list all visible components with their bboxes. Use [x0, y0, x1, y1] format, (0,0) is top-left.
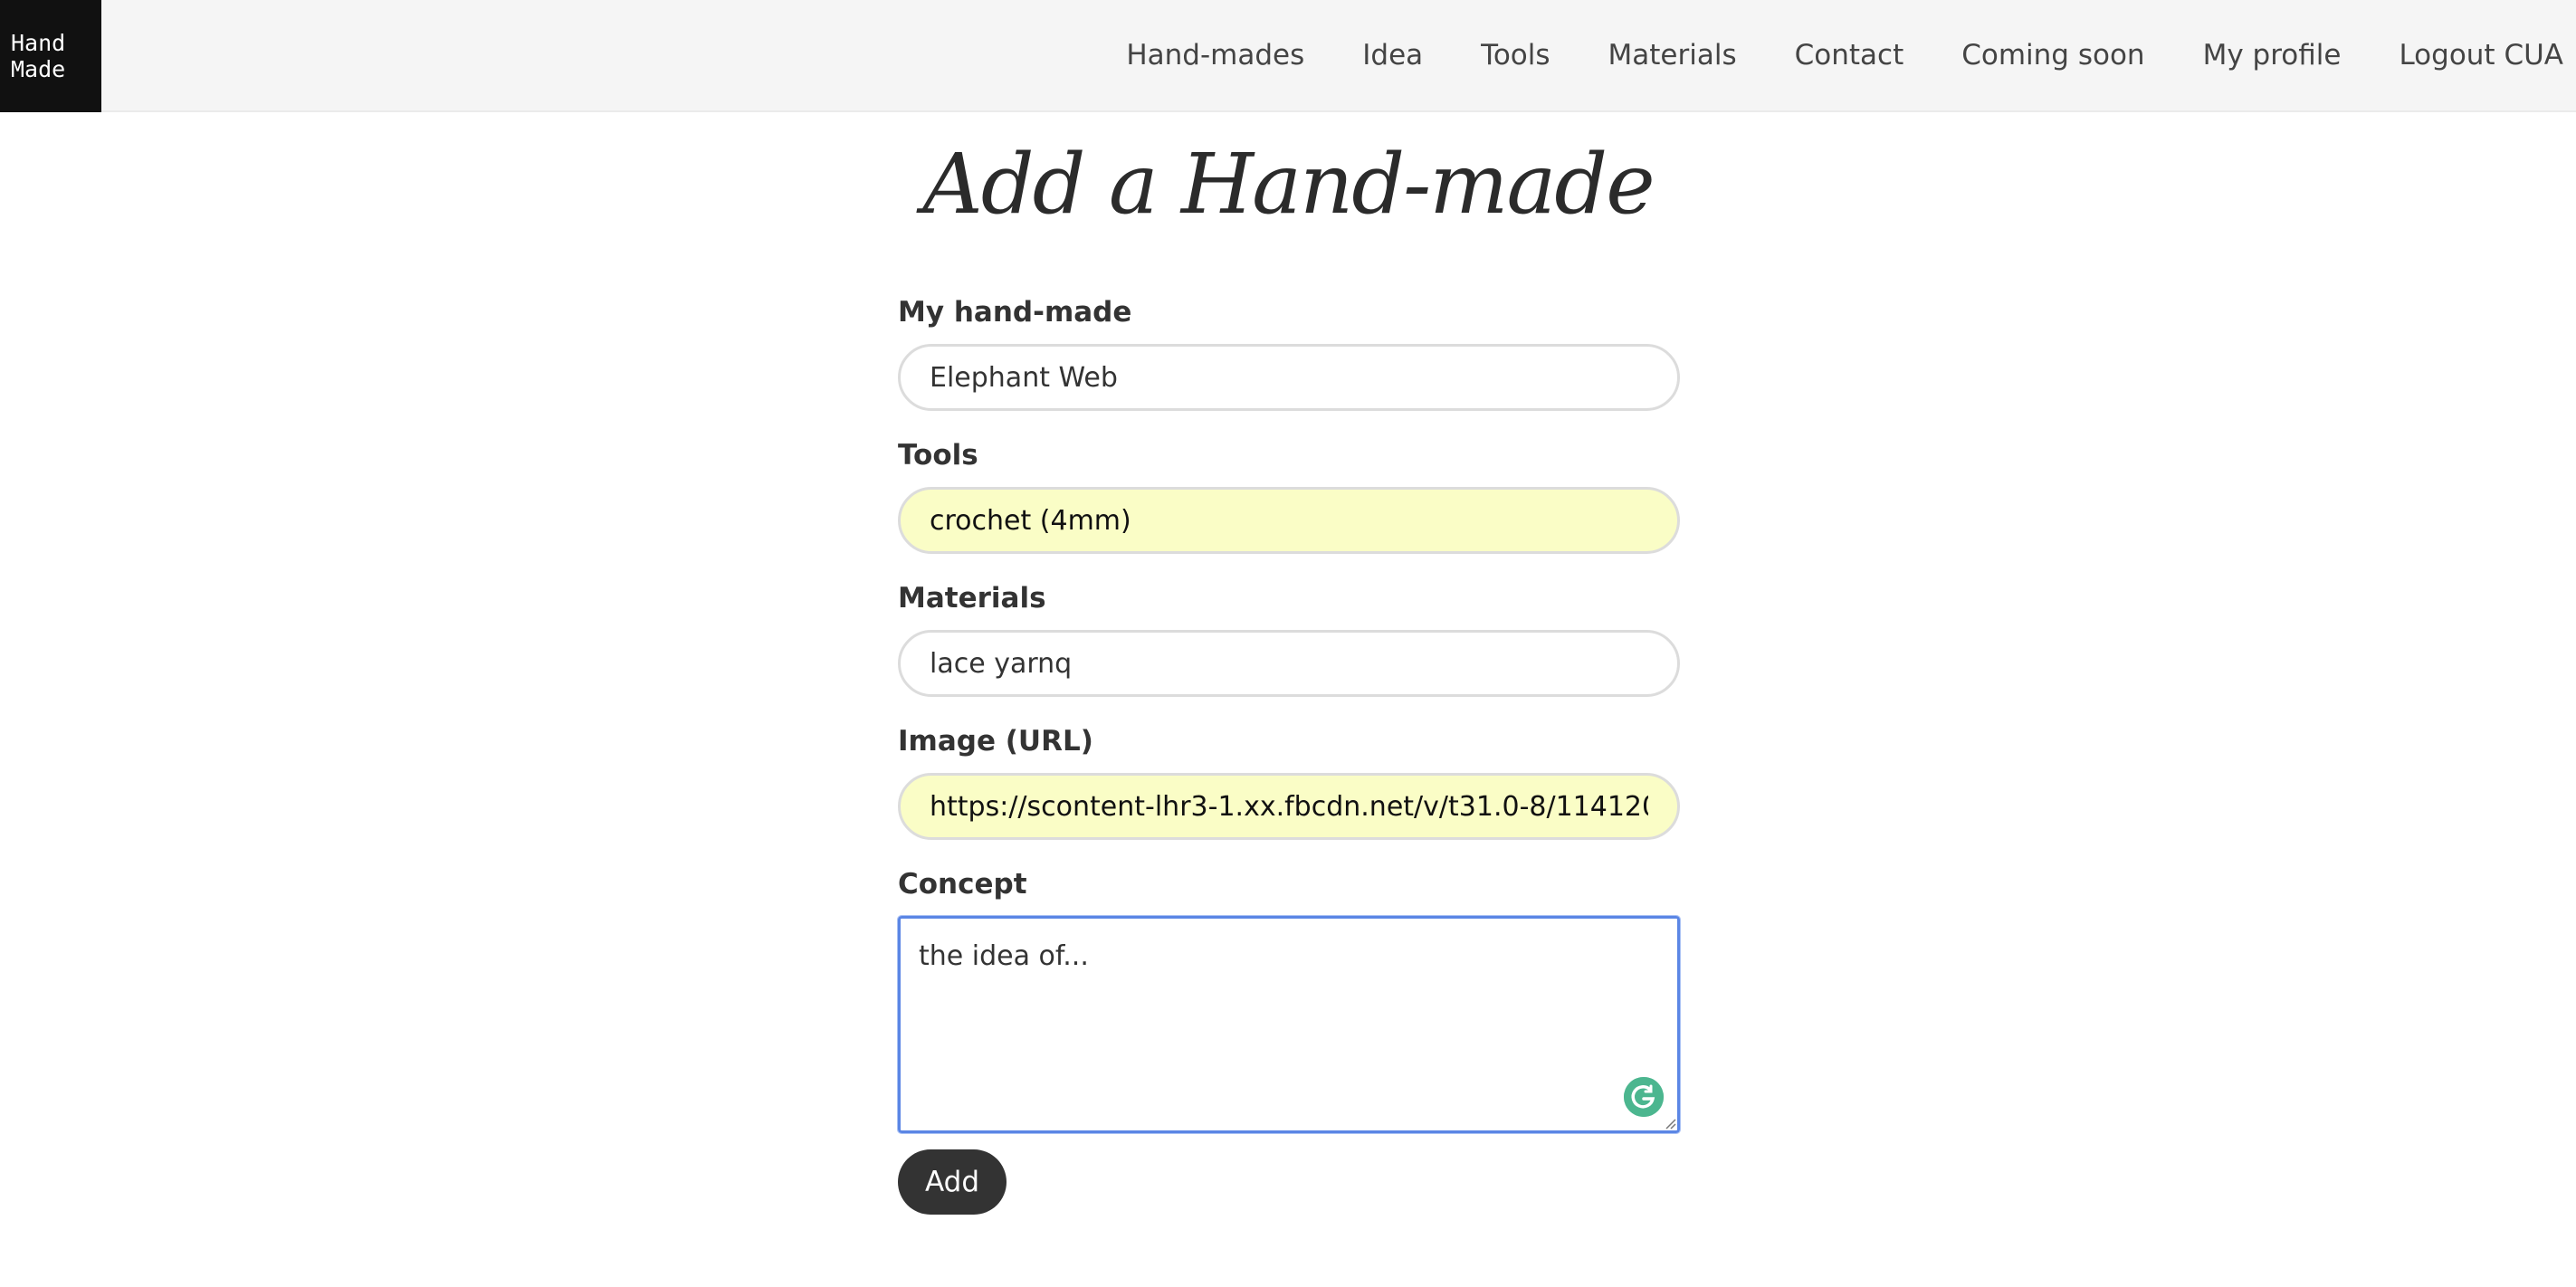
nav-links: Hand-mades Idea Tools Materials Contact …: [1068, 0, 2563, 110]
nav-link-contact[interactable]: Contact: [1795, 39, 1904, 72]
tools-input[interactable]: [898, 487, 1680, 554]
materials-input[interactable]: [898, 630, 1680, 697]
resize-handle-icon[interactable]: [1664, 1117, 1676, 1130]
concept-label: Concept: [898, 868, 1027, 901]
concept-textarea[interactable]: the idea of...: [897, 915, 1681, 1134]
nav-link-logout[interactable]: Logout CUA: [2399, 39, 2563, 72]
add-handmade-form: My hand-made Tools Materials Image (URL)…: [897, 291, 1681, 1215]
image-url-input[interactable]: [898, 773, 1680, 840]
image-url-label: Image (URL): [898, 725, 1093, 758]
nav-link-materials[interactable]: Materials: [1608, 39, 1737, 72]
logo-line-2: Made: [11, 56, 66, 82]
tools-label: Tools: [898, 439, 978, 472]
nav-link-my-profile[interactable]: My profile: [2203, 39, 2342, 72]
nav-link-idea[interactable]: Idea: [1362, 39, 1423, 72]
concept-wrapper: the idea of...: [897, 915, 1681, 1134]
nav-link-coming-soon[interactable]: Coming soon: [1961, 39, 2144, 72]
handmade-input[interactable]: [898, 344, 1680, 411]
logo[interactable]: Hand Made: [0, 0, 101, 112]
logo-line-1: Hand: [11, 30, 66, 56]
nav-link-tools[interactable]: Tools: [1481, 39, 1550, 72]
navbar: Hand Made Hand-mades Idea Tools Material…: [0, 0, 2576, 112]
nav-link-hand-mades[interactable]: Hand-mades: [1126, 39, 1304, 72]
materials-label: Materials: [898, 582, 1046, 615]
handmade-label: My hand-made: [898, 296, 1132, 329]
add-button[interactable]: Add: [898, 1149, 1007, 1215]
grammarly-icon[interactable]: [1624, 1077, 1664, 1117]
page-title: Add a Hand-made: [922, 136, 1655, 233]
